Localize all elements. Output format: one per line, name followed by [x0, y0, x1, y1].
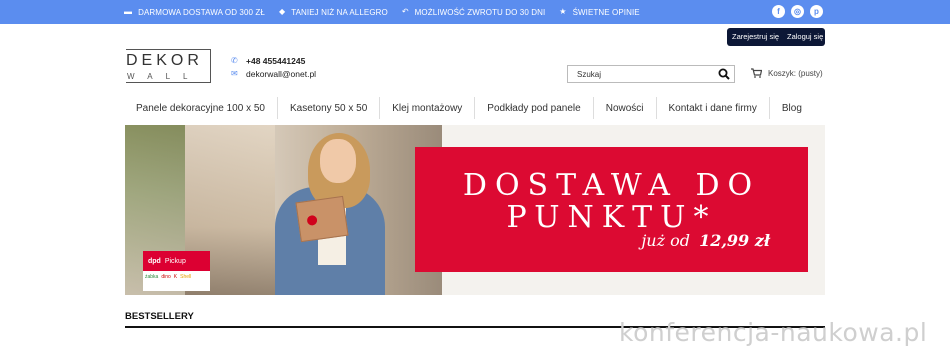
- nav-item-podklady[interactable]: Podkłady pod panele: [475, 97, 594, 119]
- dpd-pickup-badge: dpd Pickup żabka dino K Shell: [143, 251, 210, 291]
- partner-kaufland: K: [173, 274, 178, 280]
- email-row: ✉ dekorwall@onet.pl: [231, 67, 316, 80]
- dpd-logo: dpd: [148, 257, 161, 265]
- perk-label: ŚWIETNE OPINIE: [572, 7, 640, 17]
- dpd-sticker: [306, 214, 318, 227]
- hero-photo: dpd Pickup żabka dino K Shell: [125, 125, 442, 295]
- nav-item-nowosci[interactable]: Nowości: [594, 97, 657, 119]
- logo-subtext: WALL: [127, 72, 201, 81]
- perk-label: MOŻLIWOŚĆ ZWROTU DO 30 DNI: [414, 7, 546, 17]
- perk-free-delivery: ▬ DARMOWA DOSTAWA OD 300 ZŁ: [124, 8, 265, 17]
- nav-item-kasetony[interactable]: Kasetony 50 x 50: [278, 97, 381, 119]
- star-icon: ★: [559, 7, 567, 16]
- auth-button-group: Zarejestruj się Zaloguj się: [727, 28, 825, 46]
- perk-label: TANIEJ NIŻ NA ALLEGRO: [291, 7, 388, 17]
- nav-item-klej[interactable]: Klej montażowy: [380, 97, 476, 119]
- email-address[interactable]: dekorwall@onet.pl: [246, 69, 316, 79]
- partner-logos: żabka dino K Shell: [145, 274, 194, 280]
- promo-headline-line1: DOSTAWA DO: [462, 168, 761, 203]
- perk-label: DARMOWA DOSTAWA OD 300 ZŁ: [138, 7, 265, 17]
- tag-icon: ◆: [278, 7, 286, 16]
- dpd-pickup-header: dpd Pickup: [143, 251, 210, 271]
- cart-label: Koszyk: (pusty): [768, 68, 823, 78]
- instagram-icon[interactable]: ◎: [791, 5, 804, 18]
- promo-price-prefix: już od: [641, 231, 690, 250]
- promo-price-line: już od 12,99 zł: [641, 231, 770, 250]
- nav-item-kontakt[interactable]: Kontakt i dane firmy: [657, 97, 770, 119]
- login-link[interactable]: Zaloguj się: [787, 32, 823, 41]
- truck-icon: ▬: [124, 7, 133, 16]
- partner-shell: Shell: [180, 274, 192, 280]
- perk-cheaper: ◆ TANIEJ NIŻ NA ALLEGRO: [279, 8, 388, 17]
- perks-list: ▬ DARMOWA DOSTAWA OD 300 ZŁ ◆ TANIEJ NIŻ…: [124, 0, 654, 24]
- photo-woman-face: [320, 139, 356, 183]
- promo-red-box: DOSTAWA DO PUNKTU* już od 12,99 zł: [415, 147, 808, 272]
- perk-reviews: ★ ŚWIETNE OPINIE: [559, 8, 639, 17]
- promo-price-value: 12,99 zł: [699, 231, 770, 250]
- parcel-box: [295, 195, 349, 243]
- partner-zabka: żabka: [145, 274, 159, 280]
- phone-row: ✆ +48 455441245: [231, 54, 316, 67]
- cart-link[interactable]: Koszyk: (pusty): [751, 68, 823, 78]
- site-logo[interactable]: DEKOR WALL: [126, 49, 211, 83]
- phone-icon: ✆: [231, 56, 238, 65]
- logo-wordmark: DEKOR: [126, 52, 203, 69]
- search-box: [567, 65, 735, 83]
- phone-number[interactable]: +48 455441245: [246, 56, 305, 66]
- register-link[interactable]: Zarejestruj się: [732, 32, 779, 41]
- perk-returns: ↶ MOŻLIWOŚĆ ZWROTU DO 30 DNI: [402, 8, 545, 17]
- envelope-icon: ✉: [231, 69, 238, 78]
- partner-dino: dino: [161, 274, 171, 280]
- main-nav: Panele dekoracyjne 100 x 50 Kasetony 50 …: [124, 96, 814, 120]
- bestsellers-heading: BESTSELLERY: [125, 311, 194, 322]
- nav-item-blog[interactable]: Blog: [770, 97, 814, 119]
- watermark: konferencja-naukowa.pl: [619, 318, 928, 347]
- nav-item-panele[interactable]: Panele dekoracyjne 100 x 50: [124, 97, 278, 119]
- promo-headline-line2: PUNKTU*: [506, 200, 717, 235]
- pinterest-icon[interactable]: p: [810, 5, 823, 18]
- contact-info: ✆ +48 455441245 ✉ dekorwall@onet.pl: [231, 54, 316, 80]
- hero-banner[interactable]: dpd Pickup żabka dino K Shell DOSTAWA DO…: [125, 125, 825, 295]
- search-input[interactable]: [568, 66, 708, 82]
- cart-icon: [751, 68, 762, 78]
- return-icon: ↶: [401, 7, 409, 16]
- pickup-label: Pickup: [164, 257, 186, 265]
- facebook-icon[interactable]: f: [772, 5, 785, 18]
- top-info-bar: ▬ DARMOWA DOSTAWA OD 300 ZŁ ◆ TANIEJ NIŻ…: [0, 0, 950, 24]
- search-icon[interactable]: [718, 68, 730, 80]
